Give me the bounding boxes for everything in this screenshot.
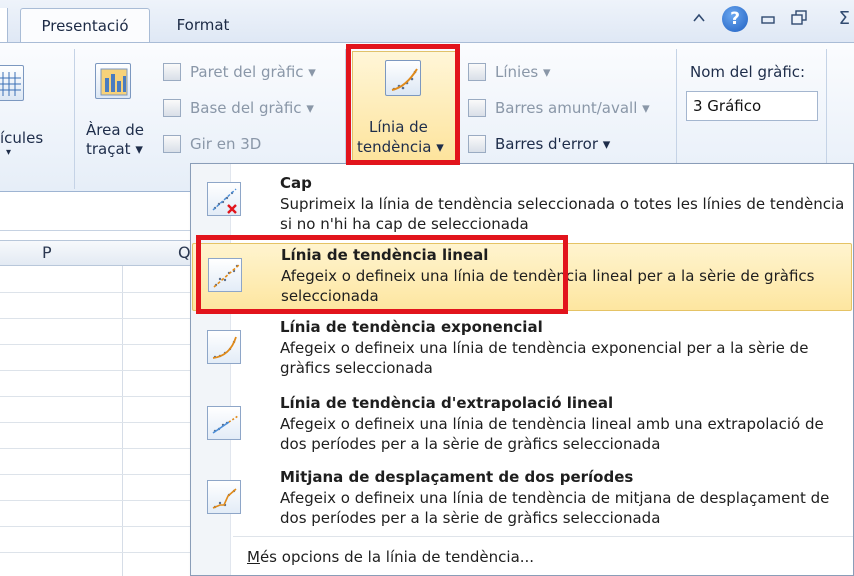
tab-presentacio[interactable]: Presentació [20,8,150,43]
chevron-up-icon[interactable] [692,9,706,28]
trendline-icon [385,60,421,96]
row-divider [0,370,190,371]
menu-item-title: Línia de tendència d'extrapolació lineal [280,394,614,412]
row-divider [0,448,190,449]
menu-item-description: Afegeix o defineix una línia de tendènci… [280,415,824,453]
trendline-label-1: Línia de [369,118,428,136]
error-bars-icon[interactable] [468,135,486,153]
menu-item-title: Mitjana de desplaçament de dos períodes [280,468,634,486]
menu-item-title: Cap [280,174,312,192]
trendline-button[interactable]: Línia de tendència ▾ [352,51,456,166]
row-divider [0,552,190,553]
column-header-q[interactable]: Q [178,243,191,262]
menu-item-linear[interactable]: Línia de tendència lineal Afegeix o defi… [192,243,852,311]
minimize-icon[interactable] [760,11,776,30]
gridlines-label[interactable]: ícules [0,129,43,147]
menu-item-forecast[interactable]: Línia de tendència d'extrapolació lineal… [192,392,852,464]
updown-bars-button[interactable]: Barres amunt/avall ▾ [495,99,650,117]
ribbon-tab-bar: Presentació Format ? Σ [0,0,854,43]
menu-item-description: Afegeix o defineix una línia de tendènci… [280,489,830,527]
no-trendline-icon [207,182,241,216]
menu-separator [233,536,853,537]
error-bars-button[interactable]: Barres d'error ▾ [495,135,610,153]
menu-item-description: Suprimeix la línia de tendència seleccio… [280,195,845,233]
exponential-trendline-icon [207,330,241,364]
row-divider [0,344,190,345]
row-divider [0,318,190,319]
updown-bars-icon[interactable] [468,99,486,117]
tab-format[interactable]: Format [158,8,248,43]
plot-area-label-2[interactable]: traçat ▾ [86,140,143,158]
lines-icon[interactable] [468,63,486,81]
menu-item-description: Afegeix o defineix una línia de tendènci… [281,267,815,305]
chart-floor-button[interactable]: Base del gràfic ▾ [190,99,314,117]
rotate-3d-icon[interactable] [163,135,181,153]
chart-wall-button[interactable]: Paret del gràfic ▾ [190,63,316,81]
menu-item-title: Línia de tendència lineal [281,246,489,264]
column-divider [122,266,123,576]
more-options-label: és opcions de la línia de tendència... [259,548,535,566]
lines-button[interactable]: Línies ▾ [495,63,551,81]
column-header-p[interactable]: P [42,243,52,262]
chart-wall-icon[interactable] [163,63,181,81]
row-divider [0,396,190,397]
moving-average-icon [207,480,241,514]
close-icon[interactable]: Σ [839,8,850,29]
rotate-3d-button[interactable]: Gir en 3D [190,135,261,153]
row-divider [0,474,190,475]
row-divider [0,526,190,527]
menu-item-description: Afegeix o defineix una línia de tendènci… [280,339,809,377]
row-divider [0,500,190,501]
menu-item-none[interactable]: Cap Suprimeix la línia de tendència sele… [192,170,852,240]
gridlines-dropdown-icon[interactable]: ▾ [6,147,11,158]
chart-name-label: Nom del gràfic: [690,63,806,81]
excel-window: Presentació Format ? Σ ícules ▾ Àrea de … [0,0,854,576]
menu-item-exponential[interactable]: Línia de tendència exponencial Afegeix o… [192,316,852,388]
row-divider [0,422,190,423]
more-trendline-options[interactable]: Més opcions de la línia de tendència... [247,548,534,566]
restore-icon[interactable] [790,9,808,31]
trendline-dropdown-menu: Cap Suprimeix la línia de tendència sele… [190,163,854,576]
menu-item-title: Línia de tendència exponencial [280,318,543,336]
forecast-trendline-icon [207,406,241,440]
gridlines-icon[interactable] [0,65,24,101]
plot-area-label-1[interactable]: Àrea de [86,121,144,139]
tab-edge [0,8,8,42]
group-divider [74,49,75,189]
menu-item-moving-average[interactable]: Mitjana de desplaçament de dos períodes … [192,466,852,538]
trendline-label-2: tendència ▾ [357,138,444,156]
chart-floor-icon[interactable] [163,99,181,117]
chart-name-input[interactable]: 3 Gráfico [686,91,818,121]
linear-trendline-icon [208,258,242,292]
row-divider [0,292,190,293]
help-icon[interactable]: ? [722,6,748,32]
more-options-accelerator: M [247,548,260,566]
plot-area-icon[interactable] [95,63,131,99]
